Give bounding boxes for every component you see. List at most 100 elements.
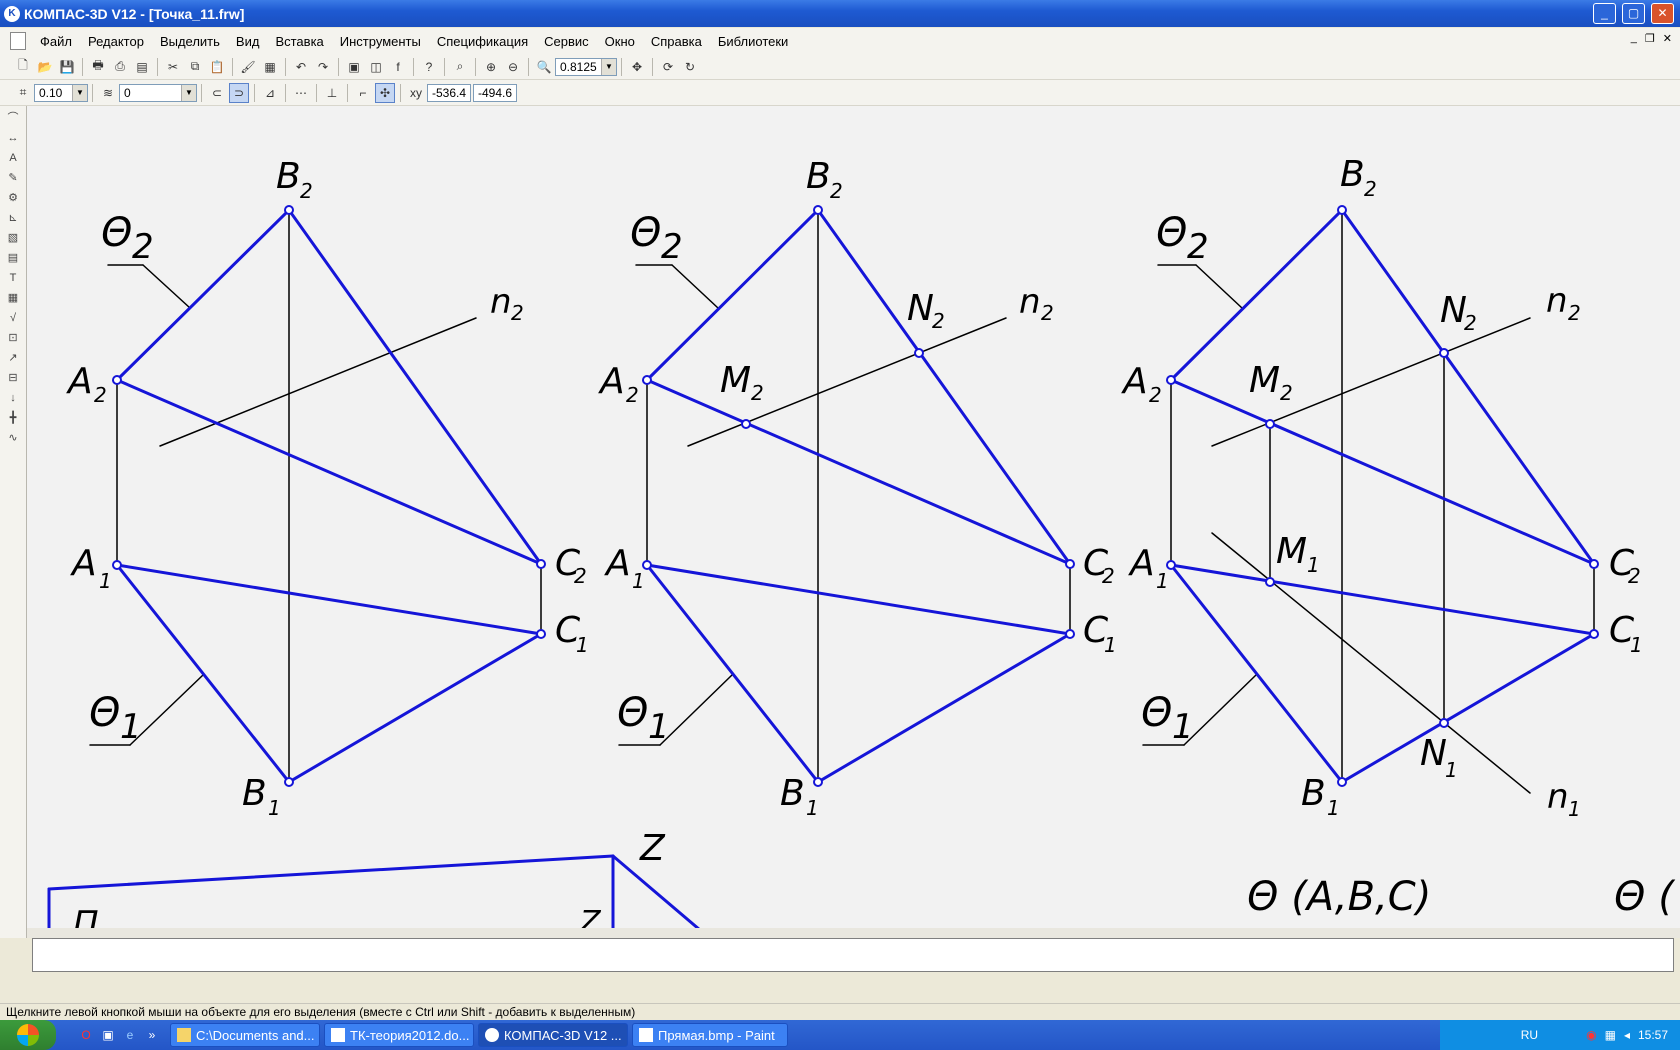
minimize-button[interactable]: _	[1593, 3, 1616, 24]
refresh-icon[interactable]: ⟳	[658, 57, 678, 77]
parametrization-icon[interactable]: ⚙	[5, 190, 21, 206]
menu-tools[interactable]: Инструменты	[332, 34, 429, 49]
coord-x-field[interactable]: -536.4	[427, 83, 471, 102]
chevron-down-icon[interactable]: ▼	[72, 84, 87, 101]
help-pointer-icon[interactable]: ?	[419, 57, 439, 77]
new-file-icon[interactable]: 🗋	[13, 57, 33, 77]
redraw-icon[interactable]: ↻	[680, 57, 700, 77]
menu-editor[interactable]: Редактор	[80, 34, 152, 49]
select-icon[interactable]: ▧	[5, 230, 21, 246]
menu-help[interactable]: Справка	[643, 34, 710, 49]
chevron-down-icon[interactable]: ▼	[601, 58, 616, 75]
start-button[interactable]	[0, 1020, 56, 1050]
spec-icon[interactable]: ▤	[5, 250, 21, 266]
manager-icon[interactable]: ▣	[344, 57, 364, 77]
label-theta2-sub: 2	[132, 227, 154, 267]
task-explorer[interactable]: C:\Documents and...	[170, 1023, 320, 1047]
zoom-window-icon[interactable]: ⊕	[481, 57, 501, 77]
symbols-icon[interactable]: A	[5, 150, 21, 166]
tolerance-icon[interactable]: ⊟	[5, 370, 21, 386]
chevron-down-icon[interactable]: ▼	[181, 84, 196, 101]
menu-view[interactable]: Вид	[228, 34, 268, 49]
more-icon[interactable]: »	[144, 1027, 160, 1043]
ortho-icon[interactable]: ⊿	[260, 83, 280, 103]
menu-insert[interactable]: Вставка	[267, 34, 331, 49]
properties-icon[interactable]: ▤	[132, 57, 152, 77]
tray-volume-icon[interactable]: ◂	[1624, 1028, 1630, 1042]
redo-icon[interactable]: ↷	[313, 57, 333, 77]
clock[interactable]: 15:57	[1638, 1028, 1668, 1042]
horizontal-scrollbar[interactable]	[27, 928, 1680, 938]
step-combo[interactable]: 0.10 ▼	[34, 83, 88, 102]
zoom-combo[interactable]: 0.8125 ▼	[555, 57, 617, 76]
print-icon[interactable]: 🖶	[88, 57, 108, 77]
step-icon[interactable]: ⌗	[13, 83, 33, 103]
layer-combo[interactable]: 0 ▼	[119, 83, 197, 102]
point-n2	[914, 348, 924, 358]
table-icon[interactable]: ▦	[260, 57, 280, 77]
doc-restore-icon[interactable]: ❐	[1645, 32, 1655, 45]
copy-icon[interactable]: ⧉	[185, 57, 205, 77]
opera-icon[interactable]: O	[78, 1027, 94, 1043]
label-n2: n	[490, 282, 512, 322]
cut-icon[interactable]: ✂	[163, 57, 183, 77]
label-m2-sub: 2	[751, 381, 764, 405]
format-brush-icon[interactable]: 🖌	[238, 57, 258, 77]
menu-libraries[interactable]: Библиотеки	[710, 34, 796, 49]
task-word[interactable]: ТК-теория2012.do...	[324, 1023, 474, 1047]
axis-icon[interactable]: ╋	[5, 410, 21, 426]
close-button[interactable]: ✕	[1651, 3, 1674, 24]
print-preview-icon[interactable]: ⎙	[110, 57, 130, 77]
snap-icon[interactable]: ⊂	[207, 83, 227, 103]
menu-select[interactable]: Выделить	[152, 34, 228, 49]
language-indicator[interactable]: RU	[1521, 1028, 1538, 1042]
local-snap-icon[interactable]: ⊃	[229, 82, 249, 103]
zoom-icon[interactable]: 🔍	[534, 57, 554, 77]
dimensions-icon[interactable]: ↔	[5, 130, 21, 146]
doc-minimize-icon[interactable]: _	[1631, 32, 1637, 45]
menu-window[interactable]: Окно	[597, 34, 643, 49]
local-cs-icon[interactable]: ⊥	[322, 83, 342, 103]
variables-icon[interactable]: f	[388, 57, 408, 77]
paint-icon	[639, 1028, 653, 1042]
parametric-mode-icon[interactable]: ✣	[375, 82, 395, 103]
zoom-fit-icon[interactable]: ⌕	[450, 57, 470, 77]
task-kompas[interactable]: КОМПАС-3D V12 ...	[478, 1023, 628, 1047]
leader-icon[interactable]: ↗	[5, 350, 21, 366]
tray-opera-icon[interactable]: ◉	[1586, 1028, 1596, 1042]
task-paint[interactable]: Прямая.bmp - Paint	[632, 1023, 788, 1047]
grid-icon[interactable]: ⋯	[291, 83, 311, 103]
undo-icon[interactable]: ↶	[291, 57, 311, 77]
doc-close-icon[interactable]: ✕	[1663, 32, 1672, 45]
orthogonal-mode-icon[interactable]: ⌐	[353, 83, 373, 103]
clipboard-icon[interactable]: ▣	[100, 1027, 116, 1043]
ie-icon[interactable]: e	[122, 1027, 138, 1043]
measure-icon[interactable]: ⊾	[5, 210, 21, 226]
layer-value: 0	[124, 85, 131, 100]
text-icon[interactable]: T	[5, 270, 21, 286]
layers-icon[interactable]: ≋	[98, 83, 118, 103]
menu-specification[interactable]: Спецификация	[429, 34, 536, 49]
paste-icon[interactable]: 📋	[207, 57, 227, 77]
properties-panel[interactable]	[32, 938, 1674, 972]
arrow-icon[interactable]: ↓	[5, 390, 21, 406]
library-icon[interactable]: ◫	[366, 57, 386, 77]
open-file-icon[interactable]: 📂	[35, 57, 55, 77]
zoom-previous-icon[interactable]: ⊖	[503, 57, 523, 77]
wave-icon[interactable]: ∿	[5, 430, 21, 446]
menu-service[interactable]: Сервис	[536, 34, 597, 49]
edit-icon[interactable]: ✎	[5, 170, 21, 186]
drawing-canvas[interactable]: Θ 2 B 2 A 2 n 2 A 1 C 2 C 1 Θ 1 B 1 Θ 2 …	[27, 106, 1680, 928]
save-icon[interactable]: 💾	[57, 57, 77, 77]
document-icon[interactable]	[10, 32, 26, 50]
leader-line	[1183, 674, 1257, 746]
pan-icon[interactable]: ✥	[627, 57, 647, 77]
table-tool-icon[interactable]: ▦	[5, 290, 21, 306]
maximize-button[interactable]: ▢	[1622, 3, 1645, 24]
base-icon[interactable]: ⊡	[5, 330, 21, 346]
roughness-icon[interactable]: √	[5, 310, 21, 326]
menu-file[interactable]: Файл	[32, 34, 80, 49]
geometry-icon[interactable]: ⌒	[5, 110, 21, 126]
coord-y-field[interactable]: -494.6	[473, 83, 517, 102]
tray-network-icon[interactable]: ▦	[1605, 1028, 1616, 1042]
